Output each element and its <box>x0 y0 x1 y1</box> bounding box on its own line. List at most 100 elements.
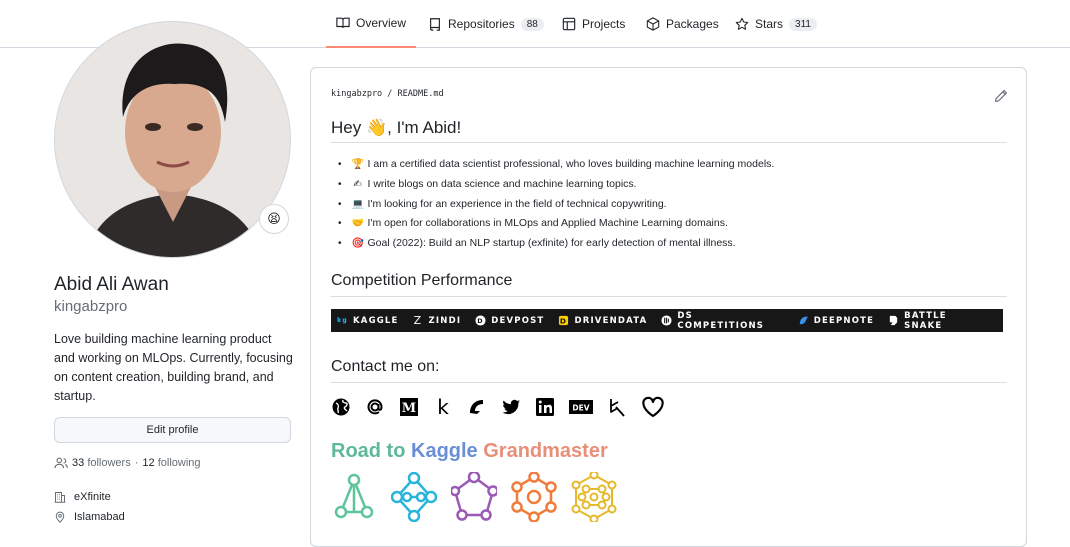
list-item-text: I write blogs on data science and machin… <box>367 177 637 190</box>
company-item: eXfinite <box>54 491 111 503</box>
kaggle-icon: kg <box>337 317 348 324</box>
codementor-icon[interactable] <box>467 397 487 417</box>
tab-packages[interactable]: Packages <box>636 0 729 48</box>
dev-icon-label: DEV <box>572 404 589 413</box>
location-name: Islamabad <box>74 511 125 523</box>
at-icon[interactable] <box>365 397 385 417</box>
repo-icon <box>430 18 440 31</box>
company-name: eXfinite <box>74 491 111 503</box>
organization-icon <box>54 492 66 503</box>
globe-icon[interactable] <box>331 397 351 417</box>
writing-hand-icon: ✍ <box>353 178 362 190</box>
divider <box>331 142 1007 143</box>
tab-label: Stars <box>755 17 784 31</box>
star-icon <box>735 17 749 30</box>
datacamp-icon[interactable] <box>607 397 627 417</box>
master-tier-icon <box>511 472 557 522</box>
ds-competitions-badge[interactable]: DS COMPETITIONS <box>661 311 783 331</box>
tab-label: Projects <box>582 17 626 31</box>
contact-heading: Contact me on: <box>331 358 440 375</box>
stars-count-badge: 311 <box>789 17 817 31</box>
list-item-text: I'm looking for an experience in the fie… <box>367 197 667 210</box>
following-link[interactable]: 12 following <box>142 457 200 469</box>
deepnote-badge[interactable]: DEEPNOTE <box>798 315 874 326</box>
tab-overview[interactable]: Overview <box>326 0 417 48</box>
target-icon: 🎯 <box>351 238 364 250</box>
list-item-text: I am a certified data scientist professi… <box>367 158 775 170</box>
dev-icon[interactable]: DEV <box>569 397 593 417</box>
profile-bio: Love building machine learning product a… <box>54 332 293 403</box>
list-item-text: Goal (2022): Build an NLP startup (exfin… <box>367 237 736 250</box>
road-part3: Grandmaster <box>483 440 608 462</box>
list-item: 🤝I'm open for collaborations in MLOps an… <box>331 214 774 234</box>
contact-links: M k DEV <box>331 395 665 419</box>
avatar[interactable] <box>54 21 291 258</box>
people-icon <box>54 457 68 469</box>
separator-dot: · <box>134 457 139 469</box>
list-item: 💻I'm looking for an experience in the fi… <box>331 195 774 215</box>
drivendata-icon: D <box>558 315 569 326</box>
followers-label: followers <box>87 457 131 469</box>
tab-repositories[interactable]: Repositories 88 <box>418 0 554 48</box>
followers-link[interactable]: 33 followers <box>72 457 131 469</box>
svg-text:D: D <box>560 316 567 325</box>
following-label: following <box>157 457 201 469</box>
edit-profile-button[interactable]: Edit profile <box>54 417 291 443</box>
profile-login: kingabzpro <box>54 298 128 315</box>
tab-label: Packages <box>666 17 719 31</box>
readme-heading: Hey 👋, I'm Abid! <box>331 118 462 137</box>
pencil-icon[interactable] <box>994 89 1008 103</box>
location-item: Islamabad <box>54 511 125 523</box>
follow-stats: 33 followers · 12 following <box>54 457 201 469</box>
badge-label: BATTLE SNAKE <box>904 310 947 331</box>
ds-competitions-icon <box>661 315 672 326</box>
kaggle-badge[interactable]: kg KAGGLE <box>337 315 399 326</box>
divider <box>331 296 1007 297</box>
tab-label: Overview <box>356 16 407 30</box>
following-count: 12 <box>142 457 155 469</box>
readme-path[interactable]: kingabzpro / README.md <box>331 89 444 99</box>
list-item: 🏆I am a certified data scientist profess… <box>331 155 775 175</box>
devpost-badge[interactable]: D DEVPOST <box>475 315 544 326</box>
expert-tier-icon <box>451 472 497 521</box>
laptop-icon: 💻 <box>351 198 364 210</box>
medium-icon[interactable]: M <box>399 397 419 417</box>
book-icon <box>336 17 350 28</box>
battlesnake-badge[interactable]: BATTLE SNAKE <box>888 311 989 331</box>
table-icon <box>562 17 576 31</box>
deepnote-icon <box>798 315 809 326</box>
kaggle-icon[interactable]: k <box>433 397 453 417</box>
divider <box>331 382 1007 383</box>
competition-heading: Competition Performance <box>331 272 513 289</box>
location-icon <box>55 511 65 523</box>
trophy-icon: 🏆 <box>351 159 364 170</box>
competition-badges: kg KAGGLE Z ZINDI D DEVPOST D DRIVENDATA DS … <box>331 309 1003 332</box>
list-item-text: I'm open for collaborations in MLOps and… <box>367 217 728 230</box>
tab-projects[interactable]: Projects <box>552 0 635 48</box>
badge-label: KAGGLE <box>353 315 399 326</box>
readme-card: kingabzpro / README.md Hey 👋, I'm Abid! … <box>310 67 1027 547</box>
intro-list: 🏆I am a certified data scientist profess… <box>331 155 775 254</box>
drivendata-badge[interactable]: D DRIVENDATA <box>558 315 647 326</box>
avatar-image <box>55 22 290 257</box>
devpost-icon: D <box>475 315 486 326</box>
handshake-icon: 🤝 <box>351 218 364 230</box>
status-emoji-button[interactable]: 😫 <box>259 204 289 234</box>
package-icon <box>646 17 660 31</box>
badge-label: ZINDI <box>428 315 462 326</box>
profile-name: Abid Ali Awan <box>54 274 169 295</box>
status-emoji: 😫 <box>267 211 281 226</box>
svg-text:D: D <box>478 317 484 325</box>
twitter-icon[interactable] <box>501 397 521 417</box>
list-item: ✍ I write blogs on data science and machi… <box>331 175 774 195</box>
badge-label: DEVPOST <box>491 315 545 326</box>
heart-icon[interactable] <box>641 395 665 419</box>
zindi-icon: Z <box>413 314 423 327</box>
road-part2: Kaggle <box>411 440 484 462</box>
tab-stars[interactable]: Stars 311 <box>725 0 827 48</box>
tab-label: Repositories <box>448 17 515 31</box>
zindi-badge[interactable]: Z ZINDI <box>413 314 462 327</box>
battlesnake-icon <box>888 315 899 326</box>
followers-count: 33 <box>72 457 85 469</box>
linkedin-icon[interactable] <box>535 397 555 417</box>
